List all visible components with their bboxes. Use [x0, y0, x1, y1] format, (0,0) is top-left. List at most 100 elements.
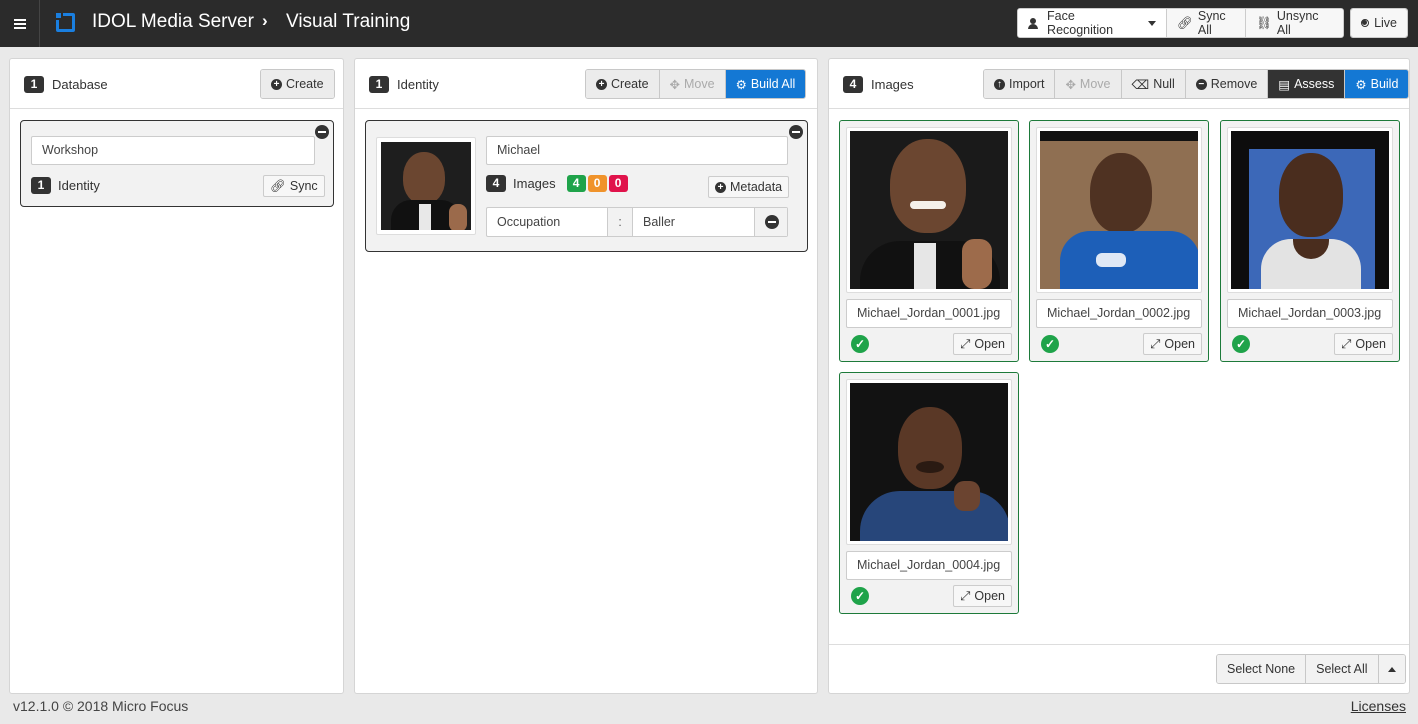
failed-count-badge: 0 — [608, 175, 628, 192]
remove-metadata-button[interactable] — [755, 208, 787, 236]
build-button[interactable]: ⚙ Build — [1345, 70, 1409, 98]
metadata-key-input[interactable]: Occupation — [487, 208, 608, 236]
breadcrumb-app[interactable]: IDOL Media Server — [92, 11, 254, 33]
recognition-select[interactable]: Face Recognition — [1018, 9, 1167, 37]
check-circle-icon: ✓ — [851, 587, 869, 605]
images-panel-footer — [829, 644, 1409, 645]
check-circle-icon: ✓ — [1232, 335, 1250, 353]
database-card[interactable]: Workshop 1 Identity 🔗︎ Sync — [20, 120, 334, 207]
pending-count-badge: 0 — [587, 175, 607, 192]
move-images-label: Move — [1079, 77, 1111, 91]
face-photo — [1040, 131, 1198, 289]
open-image-button[interactable]: ⤢ Open — [953, 333, 1012, 355]
images-panel-title: 4 Images — [843, 76, 914, 93]
assess-label: Assess — [1294, 77, 1335, 91]
images-panel-header: 4 Images ↑ Import ✥ Move ⌫ Null − Remove… — [829, 59, 1410, 109]
remove-circle-icon[interactable] — [789, 125, 803, 139]
live-label: Live — [1374, 16, 1397, 30]
identity-card[interactable]: Michael 4 Images 400 + Metadata Occupati… — [365, 120, 808, 252]
sync-database-button[interactable]: 🔗︎ Sync — [263, 175, 325, 197]
images-panel: 4 Images ↑ Import ✥ Move ⌫ Null − Remove… — [828, 58, 1410, 694]
database-name-input[interactable]: Workshop — [31, 136, 315, 165]
check-circle-icon: ✓ — [1041, 335, 1059, 353]
identity-count-label: Identity — [58, 178, 100, 193]
create-identity-label: Create — [611, 77, 649, 91]
database-panel-title: 1 Database — [24, 76, 108, 93]
open-label: Open — [1355, 337, 1386, 351]
open-label: Open — [974, 589, 1005, 603]
build-all-button[interactable]: ⚙ Build All — [725, 70, 806, 98]
add-metadata-button[interactable]: + Metadata — [708, 176, 790, 198]
sync-all-label: Sync All — [1197, 9, 1226, 37]
open-image-button[interactable]: ⤢ Open — [953, 585, 1012, 607]
image-card[interactable]: Michael_Jordan_0002.jpg ✓ ⤢ Open — [1029, 120, 1209, 362]
create-database-label: Create — [286, 77, 324, 91]
null-button[interactable]: ⌫ Null — [1121, 70, 1186, 98]
unsync-all-button[interactable]: ⛓︎ Unsync All — [1246, 9, 1343, 37]
open-image-button[interactable]: ⤢ Open — [1334, 333, 1393, 355]
plus-circle-icon: + — [596, 78, 607, 90]
image-filename: Michael_Jordan_0004.jpg — [846, 551, 1012, 580]
move-identity-button[interactable]: ✥ Move — [659, 70, 726, 98]
image-card[interactable]: Michael_Jordan_0001.jpg ✓ ⤢ Open — [839, 120, 1019, 362]
identity-name-input[interactable]: Michael — [486, 136, 788, 165]
expand-icon: ⤢ — [1150, 337, 1161, 351]
create-database-button[interactable]: + Create — [261, 70, 334, 98]
build-label: Build — [1370, 77, 1399, 91]
minus-circle-icon: − — [1195, 78, 1207, 90]
images-count-label: Images — [513, 176, 556, 191]
live-button[interactable]: Live — [1351, 9, 1407, 37]
image-thumbnail[interactable] — [1227, 127, 1393, 293]
unsync-all-label: Unsync All — [1276, 9, 1319, 37]
move-icon: ✥ — [669, 77, 681, 92]
face-photo — [850, 383, 1008, 541]
identity-count-badge: 1 — [369, 76, 389, 93]
licenses-link[interactable]: Licenses — [1351, 698, 1406, 714]
database-identity-count: 1 Identity — [31, 177, 100, 194]
chevron-right-icon: › — [262, 11, 268, 30]
check-circle-icon: ✓ — [851, 335, 869, 353]
open-label: Open — [1164, 337, 1195, 351]
expand-icon: ⤢ — [1341, 337, 1352, 351]
image-thumbnail[interactable] — [846, 127, 1012, 293]
eraser-icon: ⌫ — [1131, 77, 1150, 92]
database-panel-header: 1 Database + Create — [10, 59, 343, 109]
image-thumbnail[interactable] — [1036, 127, 1202, 293]
expand-icon: ⤢ — [960, 589, 971, 603]
database-count-badge: 1 — [24, 76, 44, 93]
assess-button[interactable]: ▤ Assess — [1268, 70, 1346, 98]
sync-all-button[interactable]: 🔗︎ Sync All — [1167, 9, 1246, 37]
metadata-row: Occupation : Baller — [486, 207, 788, 237]
link-icon: 🔗︎ — [270, 179, 286, 193]
gear-icon: ⚙ — [735, 77, 747, 92]
null-label: Null — [1153, 77, 1175, 91]
import-button[interactable]: ↑ Import — [984, 70, 1056, 98]
select-none-button[interactable]: Select None — [1217, 655, 1307, 683]
remove-images-button[interactable]: − Remove — [1185, 70, 1269, 98]
selection-actions: Select None Select All — [1216, 654, 1406, 684]
move-identity-label: Move — [684, 77, 715, 91]
open-image-button[interactable]: ⤢ Open — [1143, 333, 1202, 355]
face-photo — [381, 142, 471, 230]
identity-thumbnail[interactable] — [376, 137, 476, 235]
top-bar: IDOL Media Server › Visual Training Face… — [0, 0, 1418, 47]
select-all-button[interactable]: Select All — [1306, 655, 1379, 683]
identity-images-summary: 4 Images 400 — [486, 175, 628, 192]
identity-title: Identity — [397, 77, 439, 92]
select-menu-button[interactable] — [1378, 655, 1405, 683]
image-card[interactable]: Michael_Jordan_0004.jpg ✓ ⤢ Open — [839, 372, 1019, 614]
create-identity-button[interactable]: + Create — [586, 70, 660, 98]
plus-circle-icon: + — [715, 181, 726, 193]
image-card[interactable]: Michael_Jordan_0003.jpg ✓ ⤢ Open — [1220, 120, 1400, 362]
clipboard-icon: ▤ — [1278, 77, 1291, 92]
version-text: v12.1.0 © 2018 Micro Focus — [13, 698, 189, 714]
caret-down-icon — [1148, 20, 1156, 26]
menu-icon[interactable] — [0, 0, 40, 47]
move-images-button[interactable]: ✥ Move — [1055, 70, 1122, 98]
build-all-label: Build All — [750, 77, 796, 91]
remove-circle-icon[interactable] — [315, 125, 329, 139]
sync-database-label: Sync — [289, 179, 318, 193]
metadata-value-input[interactable]: Baller — [633, 208, 755, 236]
image-thumbnail[interactable] — [846, 379, 1012, 545]
images-count-badge: 4 — [843, 76, 863, 93]
